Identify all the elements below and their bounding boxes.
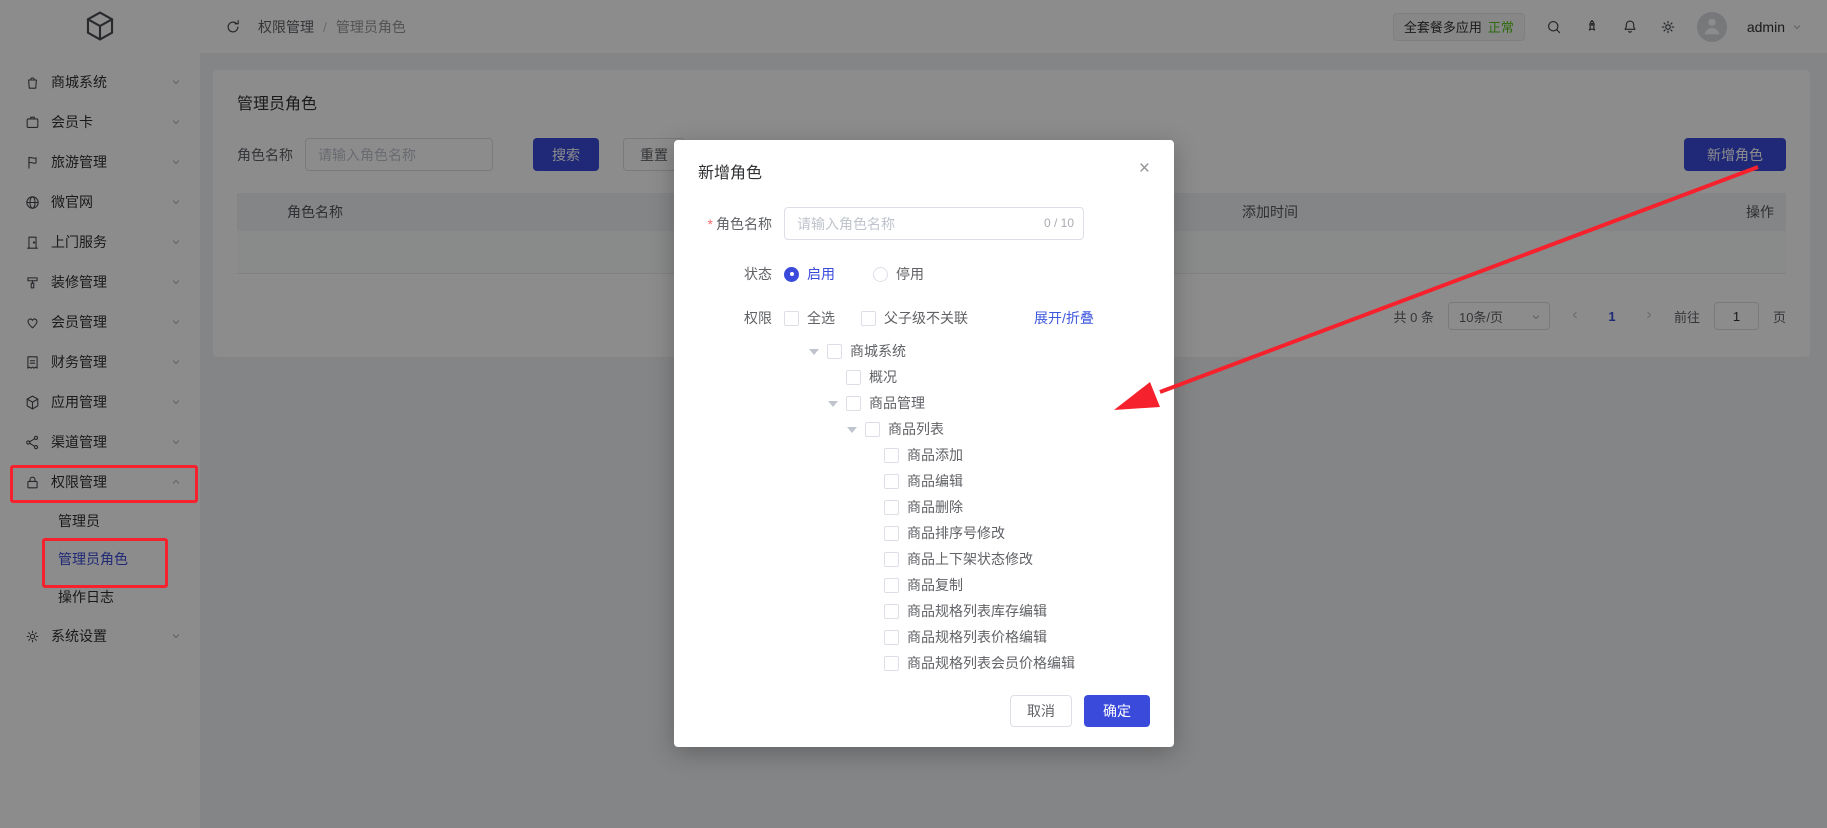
role-name-form-row: *角色名称 0 / 10 (698, 207, 1150, 240)
add-role-modal: 新增角色 × *角色名称 0 / 10 状态 启用 停用 (674, 140, 1174, 747)
checkbox-icon[interactable] (884, 448, 899, 463)
checkbox-icon[interactable] (884, 526, 899, 541)
tree-node-label: 商品列表 (888, 419, 944, 439)
checkbox-icon[interactable] (846, 396, 861, 411)
tree-node-mall-system[interactable]: 商城系统 (809, 338, 1150, 364)
checkbox-icon (784, 311, 799, 326)
radio-enabled[interactable]: 启用 (784, 264, 835, 284)
tree-node-label: 概况 (869, 367, 897, 387)
role-name-label: *角色名称 (698, 214, 772, 234)
checkbox-icon[interactable] (827, 344, 842, 359)
tree-node-label: 商城系统 (850, 341, 906, 361)
tree-node-overview[interactable]: 概况 (809, 364, 1150, 390)
tree-node-label: 商品规格列表库存编辑 (907, 601, 1047, 621)
confirm-button[interactable]: 确定 (1084, 695, 1150, 727)
checkbox-icon[interactable] (865, 422, 880, 437)
tree-node-goods-shelf-status[interactable]: 商品上下架状态修改 (809, 546, 1150, 572)
modal-title: 新增角色 (698, 159, 762, 183)
check-all-label: 全选 (807, 308, 835, 328)
caret-down-icon[interactable] (847, 424, 857, 434)
tree-node-spec-price-edit[interactable]: 商品规格列表价格编辑 (809, 624, 1150, 650)
radio-disabled[interactable]: 停用 (873, 264, 924, 284)
tree-node-spec-stock-edit[interactable]: 商品规格列表库存编辑 (809, 598, 1150, 624)
radio-dot-icon (784, 267, 799, 282)
modal-body: *角色名称 0 / 10 状态 启用 停用 权限 (674, 183, 1174, 676)
tree-node-label: 商品排序号修改 (907, 523, 1005, 543)
tree-node-goods-mgmt[interactable]: 商品管理 (809, 390, 1150, 416)
checkbox-icon[interactable] (884, 500, 899, 515)
cancel-button[interactable]: 取消 (1010, 695, 1072, 727)
tree-node-goods-delete[interactable]: 商品删除 (809, 494, 1150, 520)
permission-tree: 商城系统 概况 商品管理 商品列表 (698, 338, 1150, 676)
tree-node-goods-add[interactable]: 商品添加 (809, 442, 1150, 468)
checkbox-icon[interactable] (884, 474, 899, 489)
tree-node-goods-list[interactable]: 商品列表 (809, 416, 1150, 442)
checkbox-icon[interactable] (884, 630, 899, 645)
tree-node-label: 商品管理 (869, 393, 925, 413)
tree-node-label: 商品上下架状态修改 (907, 549, 1033, 569)
tree-node-label: 商品编辑 (907, 471, 963, 491)
status-label: 状态 (698, 264, 772, 284)
radio-enabled-label: 启用 (807, 264, 835, 284)
expand-collapse-link[interactable]: 展开/折叠 (1034, 308, 1094, 328)
checkbox-icon (861, 311, 876, 326)
tree-node-goods-edit[interactable]: 商品编辑 (809, 468, 1150, 494)
checkbox-icon[interactable] (884, 552, 899, 567)
tree-node-goods-copy[interactable]: 商品复制 (809, 572, 1150, 598)
checkbox-icon[interactable] (884, 578, 899, 593)
tree-node-label: 商品删除 (907, 497, 963, 517)
checkbox-icon[interactable] (884, 656, 899, 671)
status-form-row: 状态 启用 停用 (698, 264, 1150, 284)
parent-child-unlink-label: 父子级不关联 (884, 308, 968, 328)
caret-down-icon[interactable] (828, 398, 838, 408)
tree-node-spec-member-price-edit[interactable]: 商品规格列表会员价格编辑 (809, 650, 1150, 676)
tree-node-label: 商品规格列表会员价格编辑 (907, 653, 1075, 673)
checkbox-icon[interactable] (884, 604, 899, 619)
radio-dot-icon (873, 267, 888, 282)
check-all-checkbox[interactable]: 全选 (784, 308, 835, 328)
char-counter: 0 / 10 (1044, 216, 1074, 230)
modal-footer: 取消 确定 (986, 695, 1174, 747)
permissions-label: 权限 (698, 308, 772, 328)
close-icon[interactable]: × (1139, 159, 1150, 178)
required-asterisk: * (708, 216, 713, 232)
radio-disabled-label: 停用 (896, 264, 924, 284)
tree-node-goods-sort[interactable]: 商品排序号修改 (809, 520, 1150, 546)
admin-app: 商城系统 会员卡 旅游管理 微官网 上门服务 (0, 0, 1827, 828)
tree-node-label: 商品添加 (907, 445, 963, 465)
parent-child-unlink-checkbox[interactable]: 父子级不关联 (861, 308, 968, 328)
tree-node-label: 商品复制 (907, 575, 963, 595)
role-name-input-wrap: 0 / 10 (784, 207, 1084, 240)
modal-header: 新增角色 × (674, 140, 1174, 183)
checkbox-icon[interactable] (846, 370, 861, 385)
caret-down-icon[interactable] (809, 346, 819, 356)
tree-node-label: 商品规格列表价格编辑 (907, 627, 1047, 647)
role-name-input[interactable] (784, 207, 1084, 240)
permissions-form-row: 权限 全选 父子级不关联 展开/折叠 (698, 308, 1150, 328)
